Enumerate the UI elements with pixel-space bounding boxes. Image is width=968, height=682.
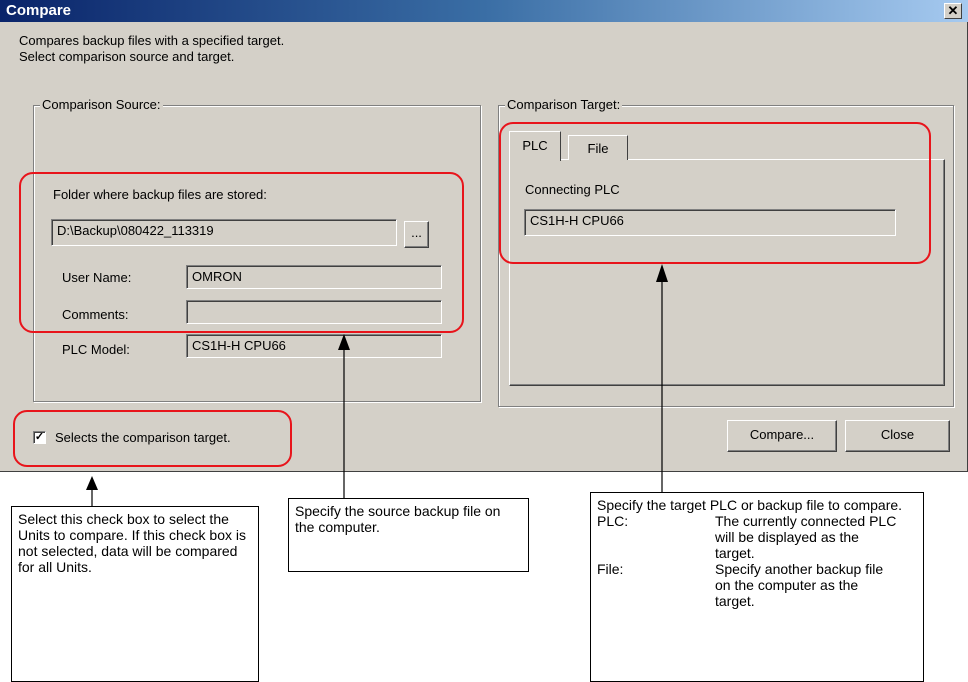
definition-term: PLC: [597, 513, 629, 529]
definition-row-file: File: Specify another backup file on the… [597, 561, 901, 609]
arrow-checkbox [86, 476, 98, 506]
target-callout-definitions: PLC: The currently connected PLC will be… [597, 513, 901, 609]
definition-row-plc: PLC: The currently connected PLC will be… [597, 513, 901, 561]
definition-term: File: [597, 561, 624, 577]
tab-plc[interactable]: PLC [509, 131, 561, 161]
arrow-source [338, 334, 350, 498]
source-callout: Specify the source backup file on the co… [288, 498, 529, 572]
definition-desc: Specify another backup file on the compu… [715, 561, 884, 609]
target-callout-intro: Specify the target PLC or backup file to… [597, 497, 903, 513]
definition-desc: The currently connected PLC will be disp… [715, 513, 897, 561]
checkbox-callout: Select this check box to select the Unit… [11, 506, 259, 682]
arrow-target [656, 264, 668, 492]
target-callout: Specify the target PLC or backup file to… [590, 492, 924, 682]
